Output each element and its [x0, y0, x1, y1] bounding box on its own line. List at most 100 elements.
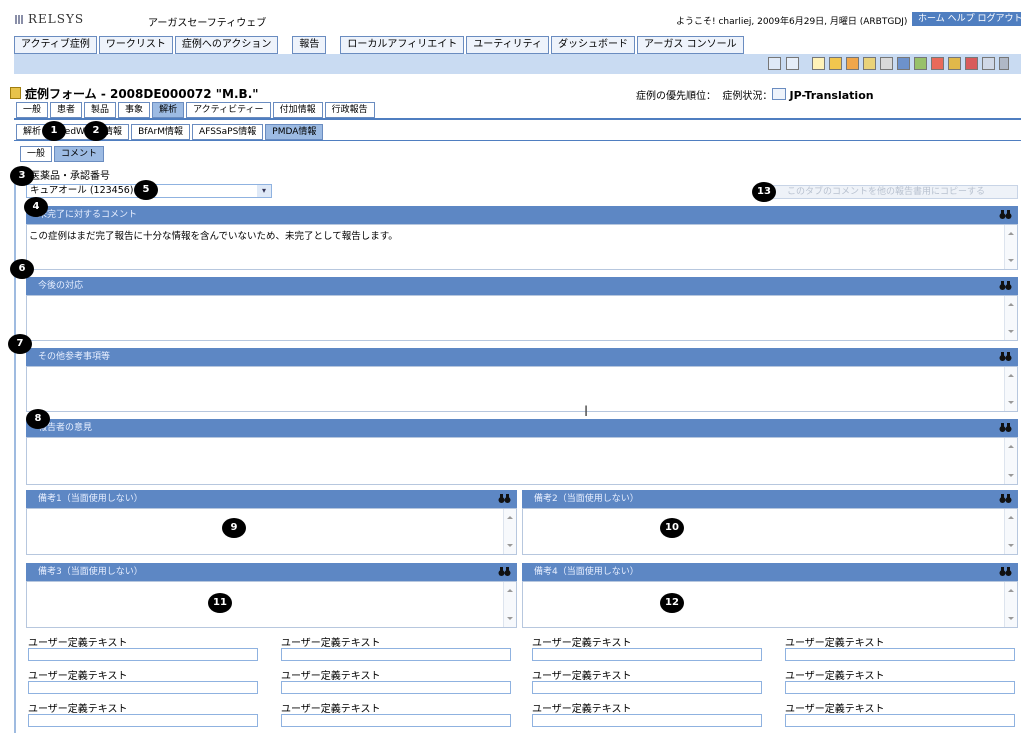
- remark4-textarea[interactable]: [522, 581, 1018, 628]
- callout-badge: 9: [222, 518, 246, 538]
- binoculars-icon[interactable]: [999, 351, 1012, 362]
- header-links[interactable]: ホーム ヘルプ ログアウト: [912, 12, 1021, 26]
- callout-badge: 4: [24, 197, 48, 217]
- scrollbar[interactable]: [1004, 367, 1017, 411]
- menu-case-actions[interactable]: 症例へのアクション: [174, 36, 279, 54]
- tab-product[interactable]: 製品: [84, 102, 117, 118]
- form-title-text: 症例フォーム - 2008DE000072 "M.B.": [25, 87, 259, 101]
- scrollbar[interactable]: [1004, 296, 1017, 340]
- callout-badge: 5: [134, 180, 158, 200]
- text-cursor-icon: I: [584, 404, 589, 420]
- tab-activities[interactable]: アクティビティー: [186, 102, 271, 118]
- future-action-title: 今後の対応: [38, 281, 84, 291]
- refresh-icon[interactable]: [786, 57, 799, 70]
- tab-general[interactable]: 一般: [16, 102, 49, 118]
- callout-badge: 11: [208, 593, 232, 613]
- reporter-opinion-header: 報告者の意見: [26, 419, 1018, 437]
- remark1-textarea[interactable]: [26, 508, 517, 555]
- subtab-pmda[interactable]: PMDA情報: [265, 124, 324, 140]
- scrollbar[interactable]: [1004, 582, 1017, 627]
- subtab-afssaps[interactable]: AFSSaPS情報: [192, 124, 264, 140]
- users-icon[interactable]: [768, 57, 781, 70]
- incomplete-comment-textarea[interactable]: この症例はまだ完了報告に十分な情報を含んでいないため、未完了として報告します。: [26, 224, 1018, 270]
- reporter-opinion-textarea[interactable]: [26, 437, 1018, 485]
- binoculars-icon[interactable]: [999, 209, 1012, 220]
- udf-input[interactable]: [281, 681, 511, 694]
- mail-icon[interactable]: [931, 57, 944, 70]
- other-reference-header: その他参考事項等: [26, 348, 1018, 366]
- menu-active-cases[interactable]: アクティブ症例: [14, 36, 97, 54]
- remark2-textarea[interactable]: [522, 508, 1018, 555]
- binoculars-icon[interactable]: [999, 280, 1012, 291]
- remark1-title: 備考1（当面使用しない）: [38, 494, 143, 504]
- case-status-area: 症例の優先順位： 症例状況： JP-Translation: [636, 87, 874, 102]
- menu-reports[interactable]: 報告: [292, 36, 327, 54]
- product-label: 医薬品・承認番号: [30, 171, 110, 182]
- remark2-title: 備考2（当面使用しない）: [534, 494, 639, 504]
- udf-input[interactable]: [281, 648, 511, 661]
- other-reference-textarea[interactable]: [26, 366, 1018, 412]
- list-icon[interactable]: [846, 57, 859, 70]
- callout-badge: 3: [10, 166, 34, 186]
- scrollbar[interactable]: [1004, 509, 1017, 554]
- udf-input[interactable]: [785, 648, 1015, 661]
- edit-icon[interactable]: [863, 57, 876, 70]
- remark4-title: 備考4（当面使用しない）: [534, 567, 639, 577]
- udf-input[interactable]: [785, 714, 1015, 727]
- subtab-bfarm[interactable]: BfArM情報: [131, 124, 191, 140]
- remark2-header: 備考2（当面使用しない）: [522, 490, 1018, 508]
- udf-label: ユーザー定義テキスト: [785, 671, 885, 682]
- tab-event[interactable]: 事象: [118, 102, 151, 118]
- remark4-header: 備考4（当面使用しない）: [522, 563, 1018, 581]
- incomplete-comment-title: 未完了に対するコメント: [38, 210, 138, 220]
- tab-regulatory-reports[interactable]: 行政報告: [324, 102, 375, 118]
- binoculars-icon[interactable]: [498, 566, 511, 577]
- udf-label: ユーザー定義テキスト: [532, 704, 632, 715]
- priority-label: 症例の優先順位：: [636, 91, 716, 102]
- scrollbar[interactable]: [1004, 438, 1017, 484]
- scrollbar[interactable]: [1004, 225, 1017, 269]
- binoculars-icon[interactable]: [999, 493, 1012, 504]
- menu-worklist[interactable]: ワークリスト: [98, 36, 173, 54]
- print-icon[interactable]: [880, 57, 893, 70]
- udf-input[interactable]: [785, 681, 1015, 694]
- tab-patient[interactable]: 患者: [50, 102, 83, 118]
- lock-icon[interactable]: [948, 57, 961, 70]
- udf-label: ユーザー定義テキスト: [532, 671, 632, 682]
- binoculars-icon[interactable]: [498, 493, 511, 504]
- tab-additional-info[interactable]: 付加情報: [272, 102, 323, 118]
- udf-input[interactable]: [28, 714, 258, 727]
- callout-badge: 12: [660, 593, 684, 613]
- scrollbar[interactable]: [503, 582, 516, 627]
- new-doc-icon[interactable]: [812, 57, 825, 70]
- udf-input[interactable]: [28, 681, 258, 694]
- close-case-icon[interactable]: [965, 57, 978, 70]
- help-icon[interactable]: [982, 57, 995, 70]
- export-icon[interactable]: [914, 57, 927, 70]
- copy-comment-button[interactable]: このタブのコメントを他の報告書用にコピーする: [772, 185, 1018, 199]
- binoculars-icon[interactable]: [999, 566, 1012, 577]
- udf-input[interactable]: [28, 648, 258, 661]
- inner-tabs: 一般 コメント: [20, 146, 106, 162]
- innertab-comment[interactable]: コメント: [54, 146, 105, 162]
- remark1-header: 備考1（当面使用しない）: [26, 490, 517, 508]
- binoculars-icon[interactable]: [999, 422, 1012, 433]
- udf-input[interactable]: [532, 681, 762, 694]
- udf-input[interactable]: [532, 714, 762, 727]
- menu-argus-console[interactable]: アーガス コンソール: [637, 36, 744, 54]
- udf-input[interactable]: [281, 714, 511, 727]
- logo-mark-icon: [15, 15, 24, 24]
- menu-dashboard[interactable]: ダッシュボード: [551, 36, 636, 54]
- menu-utilities[interactable]: ユーティリティ: [466, 36, 550, 54]
- scrollbar[interactable]: [503, 509, 516, 554]
- chevron-down-icon[interactable]: ▾: [257, 185, 271, 197]
- remark3-textarea[interactable]: [26, 581, 517, 628]
- udf-input[interactable]: [532, 648, 762, 661]
- save-icon[interactable]: [897, 57, 910, 70]
- open-folder-icon[interactable]: [829, 57, 842, 70]
- future-action-textarea[interactable]: [26, 295, 1018, 341]
- menu-local-affiliate[interactable]: ローカルアフィリエイト: [340, 36, 465, 54]
- innertab-general[interactable]: 一般: [20, 146, 53, 162]
- tab-analysis[interactable]: 解析: [152, 102, 185, 118]
- exit-icon[interactable]: [999, 57, 1009, 70]
